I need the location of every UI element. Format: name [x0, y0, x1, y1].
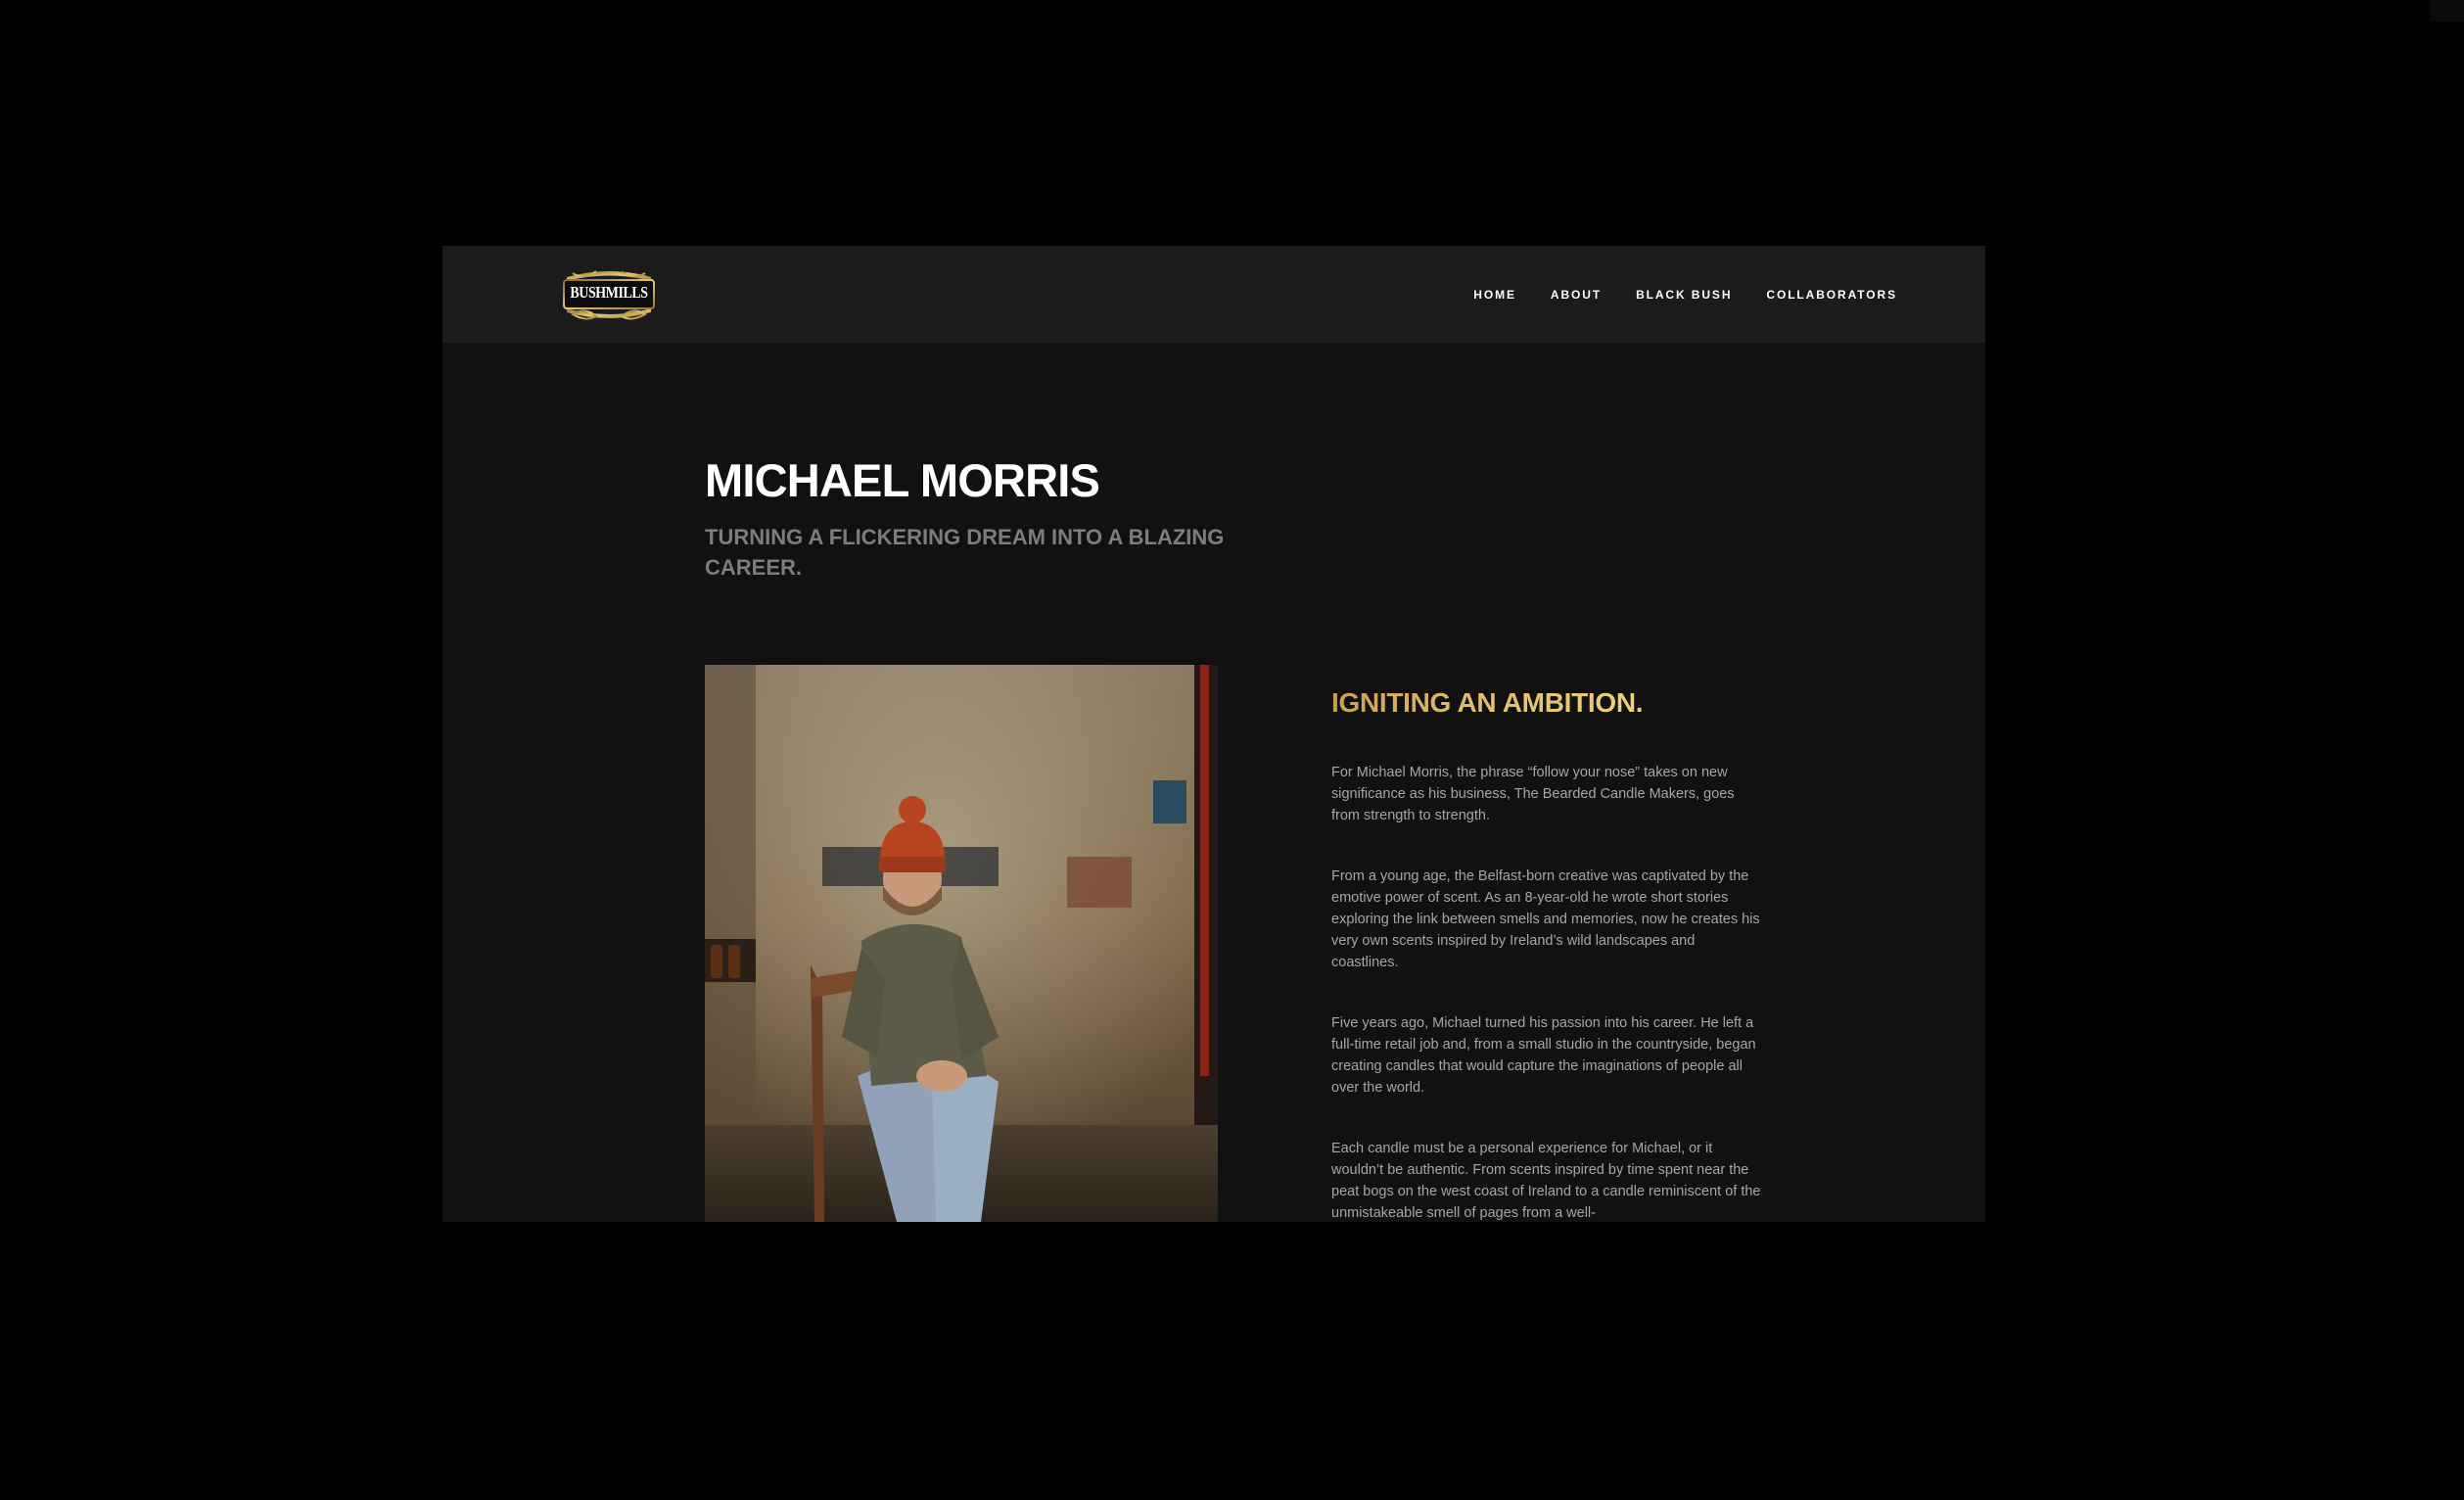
- article-body: For Michael Morris, the phrase “follow y…: [1331, 762, 1762, 1222]
- bushmills-logo-icon[interactable]: BUSHMILLS: [561, 263, 657, 326]
- portrait-photo-icon: [705, 665, 1218, 1222]
- page-frame: BUSHMILLS HOME ABOUT BLACK BUSH COLLABOR…: [442, 246, 1985, 1222]
- nav-item-collaborators[interactable]: COLLABORATORS: [1766, 288, 1897, 302]
- section-heading: IGNITING AN AMBITION.: [1331, 685, 1644, 721]
- window-corner-mark: [2430, 0, 2464, 22]
- page-title: MICHAEL MORRIS: [705, 454, 1100, 506]
- paragraph: For Michael Morris, the phrase “follow y…: [1331, 765, 1735, 823]
- main-navigation: HOME ABOUT BLACK BUSH COLLABORATORS: [1473, 246, 1897, 343]
- logo-wordmark: BUSHMILLS: [570, 283, 648, 302]
- paragraph: Each candle must be a personal experienc…: [1331, 1141, 1761, 1221]
- page-subtitle: TURNING A FLICKERING DREAM INTO A BLAZIN…: [705, 525, 1225, 580]
- paragraph: Five years ago, Michael turned his passi…: [1331, 1015, 1756, 1096]
- nav-item-black-bush[interactable]: BLACK BUSH: [1636, 288, 1732, 302]
- top-navigation-bar: BUSHMILLS HOME ABOUT BLACK BUSH COLLABOR…: [442, 246, 1985, 343]
- portrait-illustration: [705, 665, 1218, 1222]
- paragraph: From a young age, the Belfast-born creat…: [1331, 868, 1760, 970]
- nav-item-home[interactable]: HOME: [1473, 288, 1516, 302]
- nav-item-about[interactable]: ABOUT: [1551, 288, 1602, 302]
